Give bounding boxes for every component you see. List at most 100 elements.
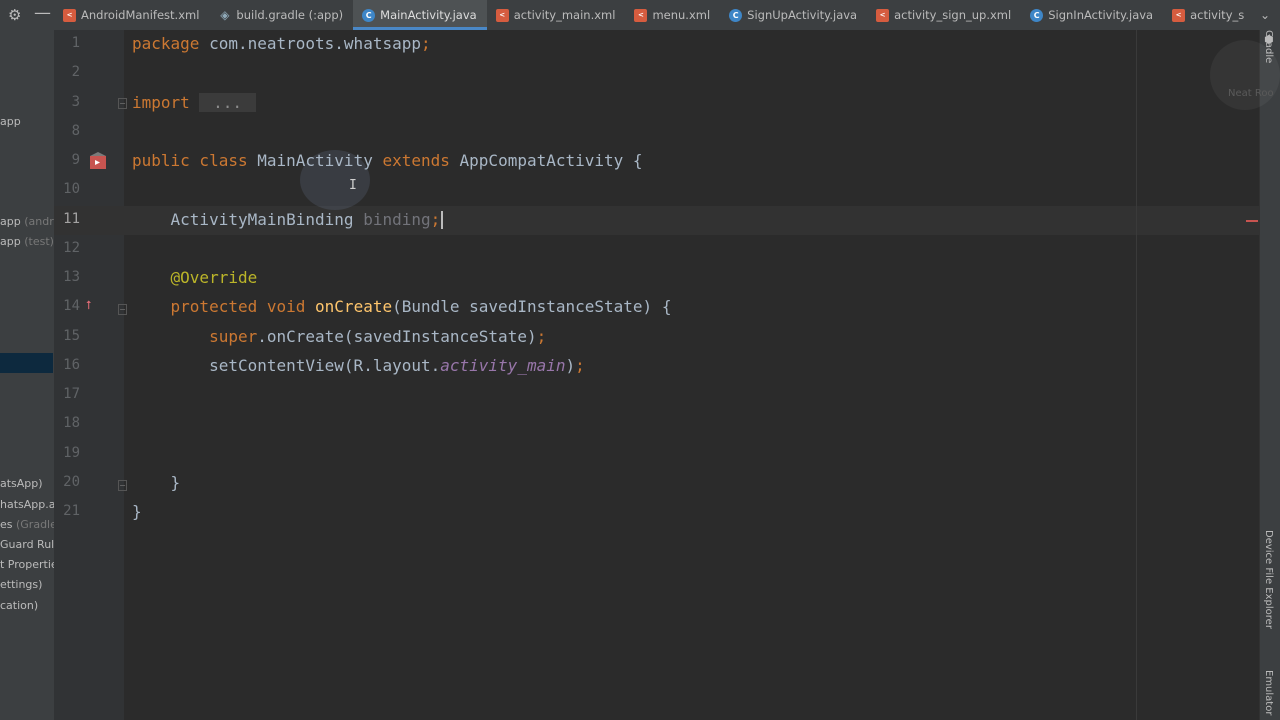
line-number: 13: [63, 269, 80, 285]
project-tree-item-detail: (andro: [24, 215, 54, 228]
emulator-label[interactable]: Emulator: [1263, 670, 1274, 715]
run-gutter-icon[interactable]: [88, 152, 108, 170]
project-tree-item-label: es: [0, 518, 13, 531]
code-line[interactable]: }: [132, 473, 181, 492]
editor-tab-bar: < AndroidManifest.xml ◈ build.gradle (:app)…: [54, 0, 1280, 31]
code-line[interactable]: import ...: [132, 92, 256, 112]
editor-tab[interactable]: < AndroidManifest.xml: [54, 0, 209, 30]
line-number: 3: [71, 93, 80, 110]
line-number: 10: [63, 181, 80, 198]
code-token: public class: [132, 151, 258, 170]
editor-tab-label: AndroidManifest.xml: [81, 8, 200, 22]
code-line[interactable]: package com.neatroots.whatsapp;: [132, 34, 431, 53]
xml-file-icon: <: [634, 8, 648, 22]
editor-tab-label: SignInActivity.java: [1048, 8, 1154, 22]
project-tree-item[interactable]: app: [0, 113, 21, 131]
code-editor[interactable]: [124, 30, 1260, 720]
java-class-icon: C: [1030, 8, 1044, 22]
project-tree-item[interactable]: t Propertie: [0, 556, 55, 574]
text-caret: [441, 211, 444, 229]
line-number: 8: [71, 122, 80, 139]
project-tree-item-label: t Propertie: [0, 558, 55, 571]
code-token: super: [132, 326, 258, 346]
java-class-icon: C: [362, 8, 376, 22]
code-token: ActivityMainBinding: [132, 209, 364, 229]
editor-tab-label: menu.xml: [652, 8, 711, 22]
editor-tab[interactable]: < menu.xml: [625, 0, 720, 30]
code-token: AppCompatActivity {: [459, 151, 643, 170]
line-number: 1: [71, 35, 80, 51]
editor-tab-label: activity_sign_up.xml: [894, 8, 1012, 22]
fold-marker-icon[interactable]: −: [118, 480, 127, 491]
fold-marker-icon[interactable]: −: [118, 304, 127, 315]
editor-tab-label: activity_main.xml: [513, 8, 616, 22]
code-token: setContentView(R.layout.: [132, 355, 441, 375]
code-token: com.neatroots.whatsapp: [209, 34, 421, 53]
override-method-icon[interactable]: ⭡: [86, 298, 92, 313]
project-toolbar: ⚙ —: [0, 0, 54, 30]
code-line[interactable]: protected void onCreate(Bundle savedInst…: [132, 297, 672, 317]
project-tree-item[interactable]: Guard Rules: [0, 536, 54, 554]
editor-tab-label: SignUpActivity.java: [747, 8, 858, 22]
code-line[interactable]: }: [132, 502, 142, 521]
editor-tab[interactable]: C SignUpActivity.java: [720, 0, 867, 30]
device-file-explorer-label[interactable]: Device File Explorer: [1263, 530, 1274, 629]
line-number: 20: [63, 473, 80, 490]
code-line[interactable]: setContentView(R.layout.activity_main);: [132, 356, 585, 375]
line-number: 11: [63, 210, 80, 227]
project-tree-item-label: ettings): [0, 578, 43, 591]
watermark-logo: [1210, 40, 1280, 110]
line-number: 15: [63, 327, 80, 344]
editor-tab[interactable]: ◈ build.gradle (:app): [209, 0, 353, 30]
code-token: onCreate: [315, 297, 393, 317]
code-line[interactable]: ActivityMainBinding binding;: [132, 209, 444, 229]
code-token: ;: [430, 209, 441, 229]
line-number: 21: [63, 503, 80, 519]
editor-tab[interactable]: < activity_sign_up.xml: [867, 0, 1021, 30]
line-number: 9: [71, 152, 80, 168]
project-tree-item-label: app: [0, 115, 21, 128]
chevron-down-icon[interactable]: ⌄: [1250, 0, 1280, 30]
code-line[interactable]: super.onCreate(savedInstanceState);: [132, 327, 546, 346]
project-tree-item[interactable]: app (test): [0, 233, 54, 251]
line-number: 17: [63, 386, 80, 402]
editor-tab[interactable]: < activity_s: [1163, 0, 1254, 30]
code-token: ;: [420, 34, 431, 53]
error-stripe-mark[interactable]: [1246, 220, 1258, 222]
code-line[interactable]: public class MainActivity extends AppCom…: [132, 151, 643, 170]
code-token: extends: [382, 151, 460, 170]
project-tree-item[interactable]: es (Gradle: [0, 516, 54, 534]
editor-tab[interactable]: < activity_main.xml: [487, 0, 626, 30]
collapse-icon[interactable]: —: [34, 3, 51, 23]
project-tree-item[interactable]: cation): [0, 597, 38, 615]
project-tree-item-label: app: [0, 235, 21, 248]
selected-tree-row[interactable]: [0, 353, 53, 373]
line-number: 14: [63, 298, 80, 315]
folded-imports[interactable]: ...: [199, 92, 256, 112]
code-token: @Override: [132, 268, 258, 287]
xml-file-icon: <: [876, 8, 890, 22]
project-tree-item[interactable]: app (andro: [0, 213, 54, 231]
code-token: ;: [536, 326, 547, 346]
line-number: 12: [63, 239, 80, 256]
project-tree-item-label: cation): [0, 599, 39, 612]
code-token: activity_main: [440, 355, 566, 375]
line-number: 16: [63, 356, 80, 373]
editor-tab-label: build.gradle (:app): [236, 8, 344, 22]
java-class-icon: C: [729, 8, 743, 22]
editor-tab[interactable]: C MainActivity.java: [353, 0, 487, 30]
code-token: (Bundle savedInstanceState) {: [392, 297, 672, 317]
project-tree-item-detail: (test): [20, 235, 54, 248]
watermark-text: Neat Roo: [1228, 88, 1274, 99]
project-tree-item[interactable]: hatsApp.ap: [0, 496, 54, 514]
fold-marker-icon[interactable]: −: [118, 98, 127, 109]
code-token: ;: [575, 355, 585, 375]
code-line[interactable]: @Override: [132, 268, 258, 287]
editor-tab[interactable]: C SignInActivity.java: [1021, 0, 1163, 30]
project-tree-item[interactable]: atsApp): [0, 475, 43, 493]
gear-icon[interactable]: ⚙: [8, 6, 21, 24]
code-token: .onCreate(savedInstanceState): [257, 326, 537, 346]
editor-tab-label: MainActivity.java: [380, 8, 477, 22]
gradle-icon: ◈: [220, 8, 230, 22]
project-tree-item[interactable]: ettings): [0, 576, 42, 594]
